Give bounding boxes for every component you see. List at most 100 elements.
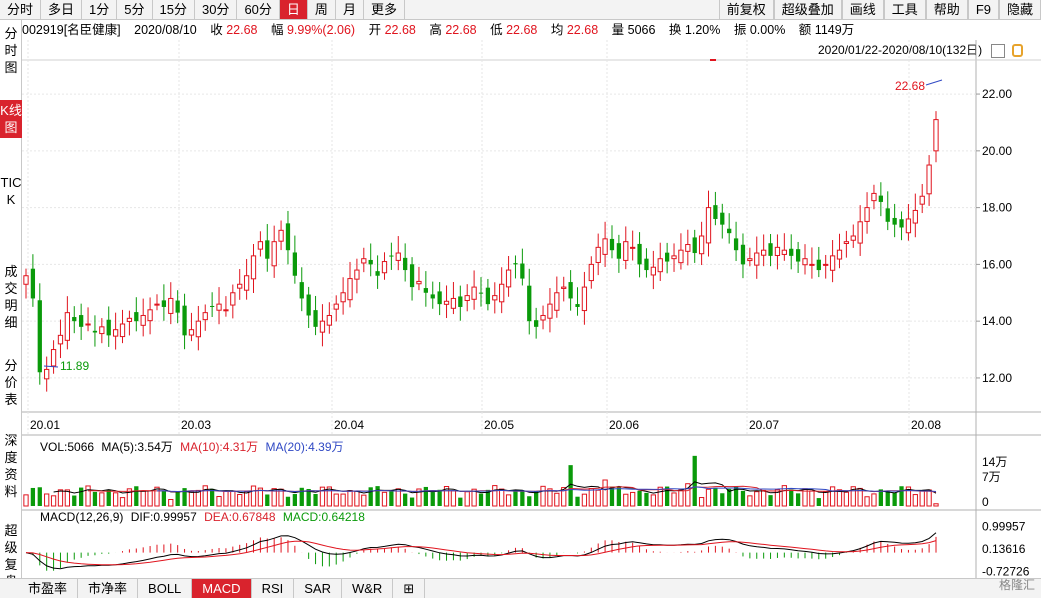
period-tab-0[interactable]: 分时	[0, 0, 42, 19]
candle-body-down	[534, 320, 539, 327]
indicator-tab-2[interactable]: BOLL	[138, 579, 193, 598]
period-tab-1[interactable]: 多日	[41, 0, 83, 19]
left-tab-2[interactable]: TICK	[0, 172, 22, 210]
candle-body-down	[30, 268, 36, 299]
candle-body-up	[99, 326, 105, 335]
candle-body-down	[789, 248, 794, 256]
volume-bar-up	[230, 490, 236, 507]
period-tab-9[interactable]: 月	[336, 0, 364, 19]
candle-body-down	[720, 212, 725, 225]
candle-body-down	[313, 310, 318, 327]
volume-bar-down	[265, 494, 270, 506]
change-value: 9.99%(2.06)	[286, 23, 356, 37]
volume-bar-down	[292, 494, 298, 506]
candle-body-down	[478, 292, 484, 294]
left-tab-4[interactable]: 分价表	[0, 355, 22, 410]
close-value: 22.68	[226, 23, 258, 37]
indicator-tab-5[interactable]: SAR	[294, 579, 342, 598]
left-tab-0[interactable]: 分时图	[0, 23, 22, 78]
candle-body-up	[140, 314, 146, 326]
indicator-tab-0[interactable]: 市盈率	[0, 579, 79, 598]
volume-bar-down	[720, 493, 725, 506]
candle-body-up	[857, 221, 863, 244]
left-tab-1[interactable]: K线图	[0, 100, 22, 138]
candle-body-down	[692, 237, 697, 254]
period-tab-7[interactable]: 日	[279, 0, 308, 19]
candle-body-up	[761, 249, 767, 256]
volume-bar-down	[616, 486, 622, 506]
price-tick-label: 14.00	[982, 314, 1012, 328]
candle-body-down	[182, 305, 187, 336]
volume-bar-up	[698, 497, 705, 507]
candle-body-up	[823, 263, 829, 266]
period-tab-3[interactable]: 5分	[117, 0, 153, 19]
volume-bar-up	[602, 479, 608, 507]
candle-body-up	[905, 218, 912, 234]
volume-bar-down	[527, 496, 532, 506]
toolbar-right-3[interactable]: 工具	[883, 0, 926, 19]
candle-body-down	[175, 300, 180, 313]
toolbar-right-0[interactable]: 前复权	[718, 0, 774, 19]
indicator-tabs: 市盈率 市净率 BOLL MACD RSI SAR W&R ⊞	[0, 578, 1041, 598]
period-tab-10[interactable]: 更多	[364, 0, 405, 19]
period-tab-2[interactable]: 1分	[82, 0, 118, 19]
toolbar-right-2[interactable]: 画线	[841, 0, 884, 19]
kline-chart-area[interactable]: 22.00 20.00 18.00 16.00 14.00 12.00 20.01 20.03…	[22, 40, 1041, 578]
indicator-tab-6[interactable]: W&R	[342, 579, 394, 598]
volume-bar-up	[754, 491, 760, 507]
candle-body-down	[637, 243, 642, 265]
volume-bar-up	[147, 490, 153, 507]
candle-body-down	[878, 195, 883, 202]
indicator-tab-4[interactable]: RSI	[252, 579, 295, 598]
candle-body-up	[223, 309, 229, 312]
macd-value: MACD:0.64218	[282, 510, 365, 524]
candle-body-down	[430, 294, 435, 299]
period-tab-8[interactable]: 周	[308, 0, 336, 19]
period-tab-5[interactable]: 30分	[195, 0, 238, 19]
toolbar-right-4[interactable]: 帮助	[925, 0, 968, 19]
candle-body-up	[361, 258, 367, 264]
volume-bar-down	[534, 491, 539, 506]
indicator-tab-1[interactable]: 市净率	[78, 579, 139, 598]
time-tick-label: 20.01	[30, 418, 60, 432]
indicator-tab-7[interactable]: ⊞	[393, 579, 426, 598]
toolbar-right-6[interactable]: 隐藏	[998, 0, 1041, 19]
candle-body-up	[450, 297, 457, 309]
volume-bar-up	[492, 485, 498, 507]
volume-bar-up	[64, 489, 71, 507]
candle-body-up	[802, 258, 808, 266]
candle-body-up	[464, 295, 470, 301]
left-tab-3[interactable]: 成交明细	[0, 261, 22, 333]
toolbar-right-1[interactable]: 超级叠加	[773, 0, 842, 19]
left-tab-5[interactable]: 深度资料	[0, 430, 22, 502]
candle-body-up	[154, 303, 160, 306]
volume-bar-up	[919, 490, 925, 507]
quote-date: 2020/08/10	[134, 23, 197, 37]
toolbar-right-5[interactable]: F9	[967, 0, 999, 19]
candle-body-down	[285, 223, 291, 251]
period-tab-4[interactable]: 15分	[153, 0, 195, 19]
volume-bar-up	[140, 490, 146, 507]
volume-bar-down	[134, 486, 139, 506]
candle-body-up	[250, 255, 257, 280]
volume-bar-up	[154, 486, 160, 507]
candle-body-up	[64, 312, 71, 341]
volume-bar-up	[650, 494, 656, 507]
period-tab-6[interactable]: 60分	[237, 0, 280, 19]
candle-body-down	[79, 315, 84, 327]
price-tick-label: 12.00	[982, 371, 1012, 385]
volume-bar-up	[630, 491, 636, 507]
candle-body-up	[395, 252, 401, 261]
candle-body-up	[471, 286, 477, 300]
volume-bar-up	[499, 488, 505, 507]
indicator-tab-3[interactable]: MACD	[192, 579, 252, 598]
candle-body-down	[265, 240, 270, 259]
candle-body-down	[768, 243, 773, 256]
candle-body-down	[575, 304, 580, 307]
candle-body-down	[520, 263, 525, 279]
volume-bar-up	[23, 494, 29, 507]
candle-body-up	[630, 246, 636, 249]
volume-bar-up	[99, 492, 105, 507]
volume-tick-label: 0	[982, 495, 989, 509]
volume-bar-down	[637, 490, 642, 506]
